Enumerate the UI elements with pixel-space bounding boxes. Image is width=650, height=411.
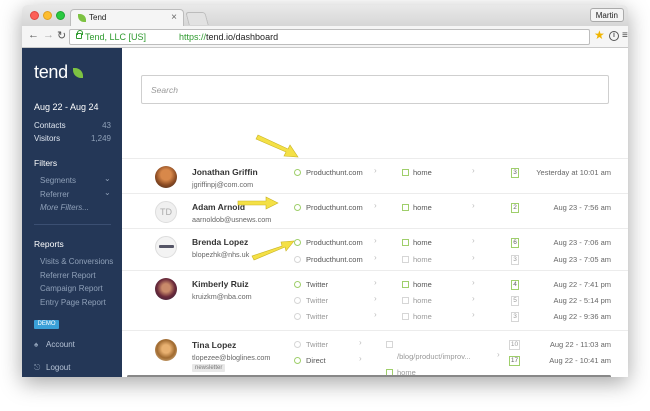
arrow-3 bbox=[251, 240, 295, 261]
arrow-2 bbox=[237, 196, 279, 210]
arrow-1 bbox=[255, 134, 299, 158]
annotation-arrows bbox=[237, 134, 299, 261]
